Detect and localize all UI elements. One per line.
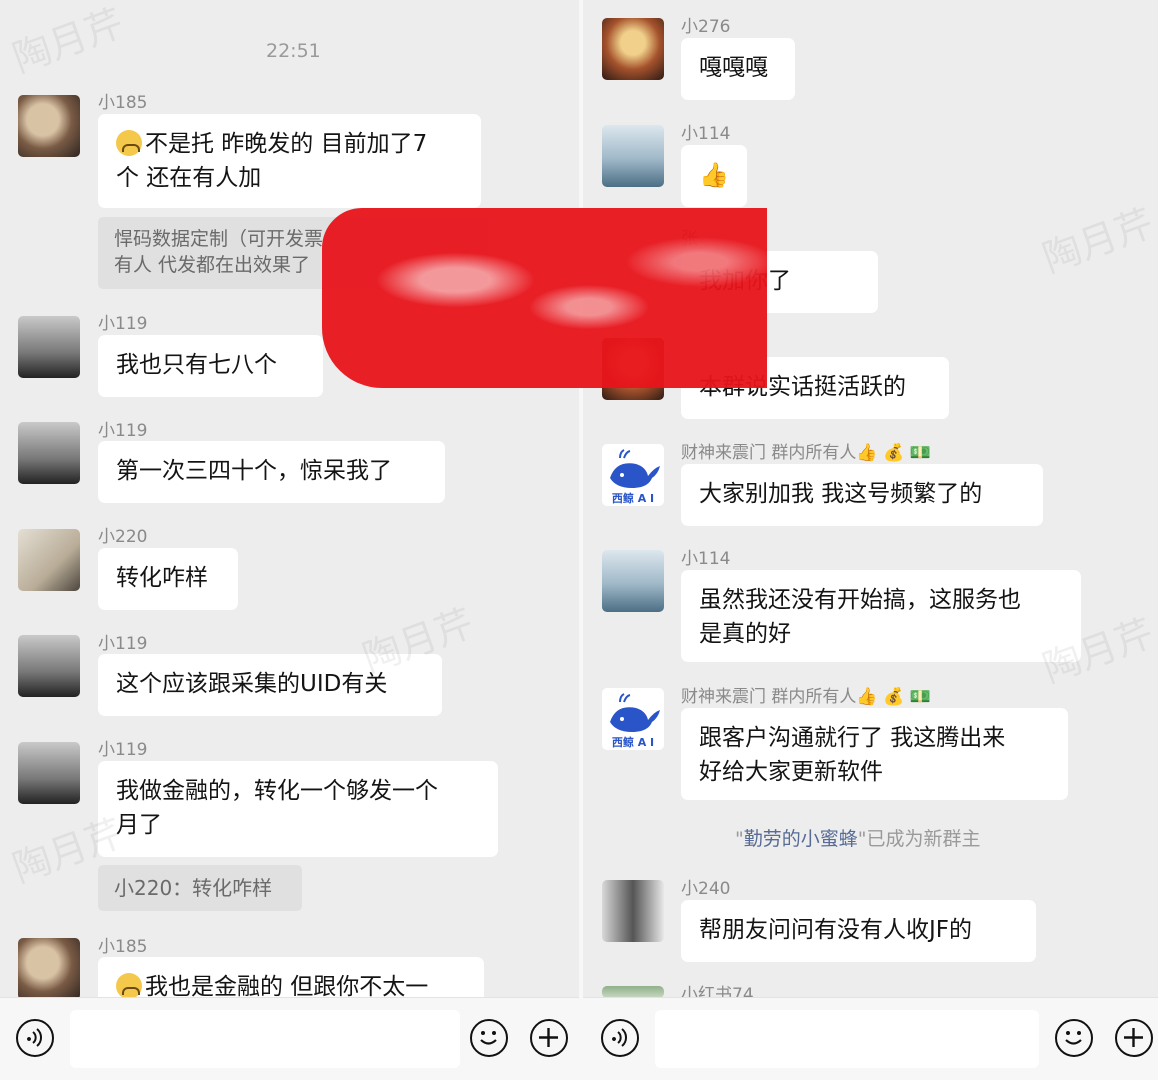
message-text: 月了 xyxy=(116,812,162,838)
message-input[interactable] xyxy=(70,1010,460,1068)
avatar[interactable]: 西鲸 A I xyxy=(602,688,664,750)
avatar[interactable] xyxy=(602,880,664,942)
sender-name: 小119 xyxy=(98,314,148,334)
message-bubble[interactable]: 帮朋友问问有没有人收JF的 xyxy=(681,900,1036,962)
sender-name: 小119 xyxy=(98,740,148,760)
sender-name: 小240 xyxy=(681,879,731,899)
emoji-icon xyxy=(480,1031,497,1045)
message-text: 转化咋样 xyxy=(116,565,208,591)
more-button[interactable] xyxy=(530,1019,568,1057)
plus-icon xyxy=(1124,1028,1143,1047)
redaction-overlay xyxy=(322,208,767,388)
message-text: 大家别加我 我这号频繁了的 xyxy=(699,481,983,507)
voice-button[interactable] xyxy=(16,1019,54,1057)
avatar[interactable] xyxy=(602,18,664,80)
quote-text: 小220：转化咋样 xyxy=(114,876,273,900)
message-bubble[interactable]: 虽然我还没有开始搞，这服务也 是真的好 xyxy=(681,570,1081,662)
sender-name: 财神来震门 群内所有人👍 💰 💵 xyxy=(681,687,931,707)
avatar[interactable] xyxy=(18,635,80,697)
voice-button[interactable] xyxy=(601,1019,639,1057)
sender-name: 小276 xyxy=(681,17,731,37)
sender-name: 小185 xyxy=(98,937,148,957)
thumbs-up-icon: 👍 xyxy=(699,161,729,189)
message-bubble[interactable]: 嘎嘎嘎 xyxy=(681,38,795,100)
whale-logo-label: 西鲸 A I xyxy=(611,736,655,749)
avatar[interactable] xyxy=(18,422,80,484)
message-bubble[interactable]: 第一次三四十个，惊呆我了 xyxy=(98,441,445,503)
message-text: 跟客户沟通就行了 我这腾出来 xyxy=(699,725,1006,751)
right-chat-panel: 小276 嘎嘎嘎 小114 👍 张 我加你了 本群说实话挺活跃的 xyxy=(583,0,1158,1080)
message-text: 不是托 昨晚发的 目前加了7 xyxy=(145,131,428,157)
message-text: 个 还在有人加 xyxy=(116,165,262,191)
message-bubble[interactable]: 我也只有七八个 xyxy=(98,335,323,397)
message-bubble[interactable]: 不是托 昨晚发的 目前加了7 个 还在有人加 xyxy=(98,114,481,208)
message-text: 我也只有七八个 xyxy=(116,352,277,378)
message-text: 是真的好 xyxy=(699,621,791,647)
sender-name: 小114 xyxy=(681,549,731,569)
left-chat-panel: 22:51 小185 不是托 昨晚发的 目前加了7 个 还在有人加 悍码数据定制… xyxy=(0,0,579,1080)
system-notice: "勤劳的小蜜蜂"已成为新群主 xyxy=(735,828,981,850)
message-bubble[interactable]: 大家别加我 我这号频繁了的 xyxy=(681,464,1043,526)
sender-name: 小185 xyxy=(98,93,148,113)
emoji-button[interactable] xyxy=(470,1019,508,1057)
more-button[interactable] xyxy=(1115,1019,1153,1057)
avatar[interactable] xyxy=(602,550,664,612)
avatar[interactable] xyxy=(18,742,80,804)
message-text: 这个应该跟采集的UID有关 xyxy=(116,671,388,697)
message-text: 虽然我还没有开始搞，这服务也 xyxy=(699,587,1021,613)
emoji-icon xyxy=(1065,1031,1082,1045)
avatar[interactable] xyxy=(18,95,80,157)
chat-input-bar xyxy=(0,997,579,1080)
quoted-reply[interactable]: 小220：转化咋样 xyxy=(98,865,302,911)
message-text: 第一次三四十个，惊呆我了 xyxy=(116,458,392,484)
new-owner-link[interactable]: 勤劳的小蜜蜂 xyxy=(744,828,858,850)
voice-icon xyxy=(27,1028,43,1047)
avatar[interactable]: 西鲸 A I xyxy=(602,444,664,506)
sender-name: 小114 xyxy=(681,124,731,144)
sender-name: 小119 xyxy=(98,421,148,441)
crying-face-icon xyxy=(116,130,142,156)
avatar[interactable] xyxy=(602,125,664,187)
message-text: 好给大家更新软件 xyxy=(699,759,883,785)
emoji-button[interactable] xyxy=(1055,1019,1093,1057)
avatar[interactable] xyxy=(18,316,80,378)
avatar[interactable] xyxy=(18,938,80,1000)
timestamp: 22:51 xyxy=(266,40,321,62)
message-text: 帮朋友问问有没有人收JF的 xyxy=(699,917,973,943)
message-text: 我做金融的，转化一个够发一个 xyxy=(116,778,438,804)
whale-logo-label: 西鲸 A I xyxy=(611,492,655,505)
message-text: 嘎嘎嘎 xyxy=(699,55,768,81)
message-bubble[interactable]: 我做金融的，转化一个够发一个 月了 xyxy=(98,761,498,857)
avatar[interactable] xyxy=(18,529,80,591)
crying-face-icon xyxy=(116,973,142,999)
voice-icon xyxy=(612,1028,628,1047)
sender-name: 小119 xyxy=(98,634,148,654)
chat-input-bar xyxy=(583,997,1158,1080)
message-bubble[interactable]: 转化咋样 xyxy=(98,548,238,610)
message-bubble[interactable]: 跟客户沟通就行了 我这腾出来 好给大家更新软件 xyxy=(681,708,1068,800)
sender-name: 小220 xyxy=(98,527,148,547)
plus-icon xyxy=(539,1028,558,1047)
message-bubble[interactable]: 👍 xyxy=(681,145,747,207)
message-input[interactable] xyxy=(655,1010,1039,1068)
sender-name: 财神来震门 群内所有人👍 💰 💵 xyxy=(681,443,931,463)
